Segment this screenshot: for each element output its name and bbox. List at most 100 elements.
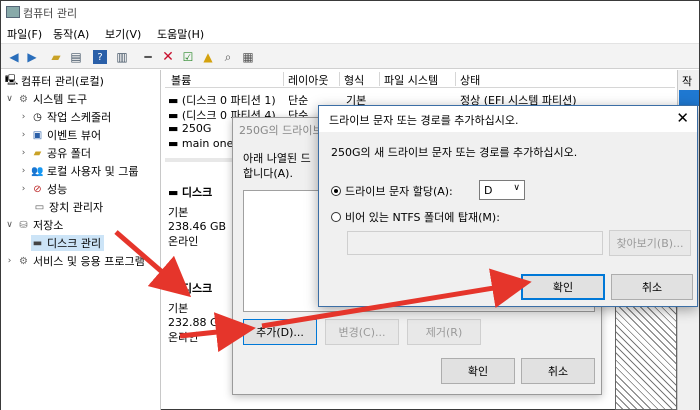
chevron-down-icon[interactable]: ∨ (5, 220, 14, 230)
menu-file[interactable]: 파일(F) (7, 26, 42, 42)
menu-view[interactable]: 보기(V) (105, 26, 141, 42)
tree-services[interactable]: › ⚙ 서비스 및 응용 프로그램 (5, 253, 145, 269)
remove-button[interactable]: 제거(R) (407, 319, 481, 345)
disk-size: 238.46 GB (168, 220, 227, 233)
tree-shared-folders[interactable]: › ▰ 공유 폴더 (19, 145, 91, 161)
tree-local-users[interactable]: › 👥 로컬 사용자 및 그룹 (19, 163, 139, 179)
chevron-down-icon[interactable]: ∨ (5, 94, 14, 104)
tree-system-tools-label: 시스템 도구 (33, 93, 88, 106)
cancel-button[interactable]: 취소 (611, 274, 693, 300)
tree-root-label: 컴퓨터 관리(로컬) (21, 75, 104, 88)
console-icon[interactable]: ▤ (67, 48, 85, 66)
chevron-right-icon[interactable]: › (5, 256, 14, 266)
cell-volume: main one (181, 137, 234, 150)
column-volume[interactable]: 볼륨 (167, 72, 191, 87)
disk-icon: ▬ (168, 186, 182, 199)
chevron-right-icon[interactable]: › (19, 130, 28, 140)
disk-name: 디스크 (181, 186, 213, 199)
drive-letter-select[interactable]: D ∨ (479, 180, 525, 200)
disk-type: 기본 (168, 302, 189, 315)
disk-icon: ▬ (32, 237, 43, 249)
toolbar: ◀ ▶ ▰ ▤ ? ▥ ━ ✕ ☑ ▲ ⌕ ▦ (1, 43, 699, 69)
back-icon[interactable]: ◀ (5, 48, 23, 66)
assign-letter-radio[interactable] (331, 186, 341, 196)
device-manager-icon: ▭ (34, 201, 45, 213)
mount-folder-radio[interactable] (331, 212, 341, 222)
tree-event-viewer-label: 이벤트 뷰어 (47, 129, 102, 142)
drive-letter-value: D (484, 184, 493, 197)
forward-icon[interactable]: ▶ (23, 48, 41, 66)
performance-icon: ⊘ (33, 183, 42, 195)
window-title: 컴퓨터 관리 (23, 7, 78, 20)
chevron-right-icon[interactable]: › (19, 184, 28, 194)
tree-root[interactable]: 🖳 컴퓨터 관리(로컬) (5, 73, 104, 89)
table-row[interactable]: ▬ 250G (168, 122, 211, 135)
column-filesystem[interactable]: 파일 시스템 (379, 72, 438, 87)
import-icon[interactable]: ▲ (199, 48, 217, 66)
mount-folder-option[interactable]: 비어 있는 NTFS 폴더에 탑재(M): (331, 209, 500, 225)
panel-icon[interactable]: ▥ (113, 48, 131, 66)
navigation-tree: 🖳 컴퓨터 관리(로컬) ∨ ⚙ 시스템 도구 › ◷ 작업 스케줄러 › ▣ … (1, 70, 161, 410)
tree-device-manager[interactable]: ▭ 장치 관리자 (33, 199, 103, 215)
clock-icon: ◷ (33, 111, 42, 123)
browse-button[interactable]: 찾아보기(B)... (609, 230, 691, 256)
tree-storage[interactable]: ∨ ⛁ 저장소 (5, 217, 63, 233)
tree-event-viewer[interactable]: › ▣ 이벤트 뷰어 (19, 127, 101, 143)
tree-disk-management-label: 디스크 관리 (47, 237, 102, 250)
description-line-1: 아래 나열된 드 (243, 152, 311, 165)
add-button[interactable]: 추가(D)... (243, 319, 317, 345)
dialog-title: 드라이브 문자 또는 경로를 추가하십시오. (329, 114, 519, 127)
table-row[interactable]: ▬ (디스크 0 파티션 1) 단순 기본 정상 (EFI 시스템 파티션) (168, 92, 577, 108)
tree-shared-folders-label: 공유 폴더 (47, 147, 91, 160)
chevron-right-icon[interactable]: › (19, 166, 28, 176)
ok-button[interactable]: 확인 (521, 274, 605, 300)
column-layout[interactable]: 레이아웃 (283, 72, 328, 87)
tree-task-scheduler[interactable]: › ◷ 작업 스케줄러 (19, 109, 112, 125)
drive-icon: ▬ (168, 109, 182, 122)
event-viewer-icon: ▣ (32, 129, 43, 141)
tree-local-users-label: 로컬 사용자 및 그룹 (47, 165, 139, 178)
column-type[interactable]: 형식 (339, 72, 364, 87)
mount-folder-label: 비어 있는 NTFS 폴더에 탑재(M): (345, 211, 500, 224)
delete-icon[interactable]: ✕ (159, 48, 177, 66)
column-status[interactable]: 상태 (455, 72, 480, 87)
help-icon[interactable]: ? (93, 50, 107, 64)
disk-type: 기본 (168, 206, 189, 219)
chevron-right-icon[interactable]: › (19, 148, 28, 158)
dialog-title-bar: 드라이브 문자 또는 경로를 추가하십시오. ✕ (319, 106, 697, 132)
users-icon: 👥 (31, 165, 44, 177)
tools-icon: ⚙ (19, 93, 28, 105)
description-line-2: 합니다(A). (243, 167, 293, 180)
up-folder-icon[interactable]: ▰ (47, 48, 65, 66)
menu-action[interactable]: 동작(A) (53, 26, 89, 42)
tree-disk-management[interactable]: ▬ 디스크 관리 (31, 235, 105, 251)
dialog-instruction: 250G의 새 드라이브 문자 또는 경로를 추가하십시오. (331, 146, 578, 159)
tree-storage-label: 저장소 (33, 219, 64, 232)
change-button[interactable]: 변경(C)... (325, 319, 399, 345)
assign-letter-option[interactable]: 드라이브 문자 할당(A): (331, 183, 453, 199)
action-pane-selected[interactable] (679, 90, 699, 106)
services-icon: ⚙ (19, 255, 28, 267)
search-icon[interactable]: ⌕ (219, 48, 237, 66)
cell-volume: 250G (181, 122, 212, 135)
properties-icon[interactable]: ▦ (239, 48, 257, 66)
disk-status: 온라인 (168, 235, 199, 248)
check-icon[interactable]: ☑ (179, 48, 197, 66)
close-icon[interactable]: ✕ (676, 109, 689, 127)
menu-help[interactable]: 도움말(H) (157, 26, 204, 42)
cell-volume: (디스크 0 파티션 1) (181, 94, 276, 107)
tree-device-manager-label: 장치 관리자 (49, 201, 104, 214)
assign-letter-label: 드라이브 문자 할당(A): (345, 185, 453, 198)
tree-system-tools[interactable]: ∨ ⚙ 시스템 도구 (5, 91, 87, 107)
tree-performance[interactable]: › ⊘ 성능 (19, 181, 68, 197)
table-row[interactable]: ▬ main one (168, 137, 233, 150)
ok-button[interactable]: 확인 (441, 358, 515, 384)
connect-icon[interactable]: ━ (139, 48, 157, 66)
disk-size: 232.88 GB (168, 316, 227, 329)
chevron-right-icon[interactable]: › (19, 112, 28, 122)
volume-list-header: 볼륨 레이아웃 형식 파일 시스템 상태 (165, 70, 675, 88)
disk-1-info: ▬ 디스크 기본 232.88 GB 온라인 (168, 280, 226, 345)
tree-performance-label: 성능 (47, 183, 68, 196)
cancel-button[interactable]: 취소 (521, 358, 595, 384)
folder-path-input[interactable] (347, 231, 603, 255)
